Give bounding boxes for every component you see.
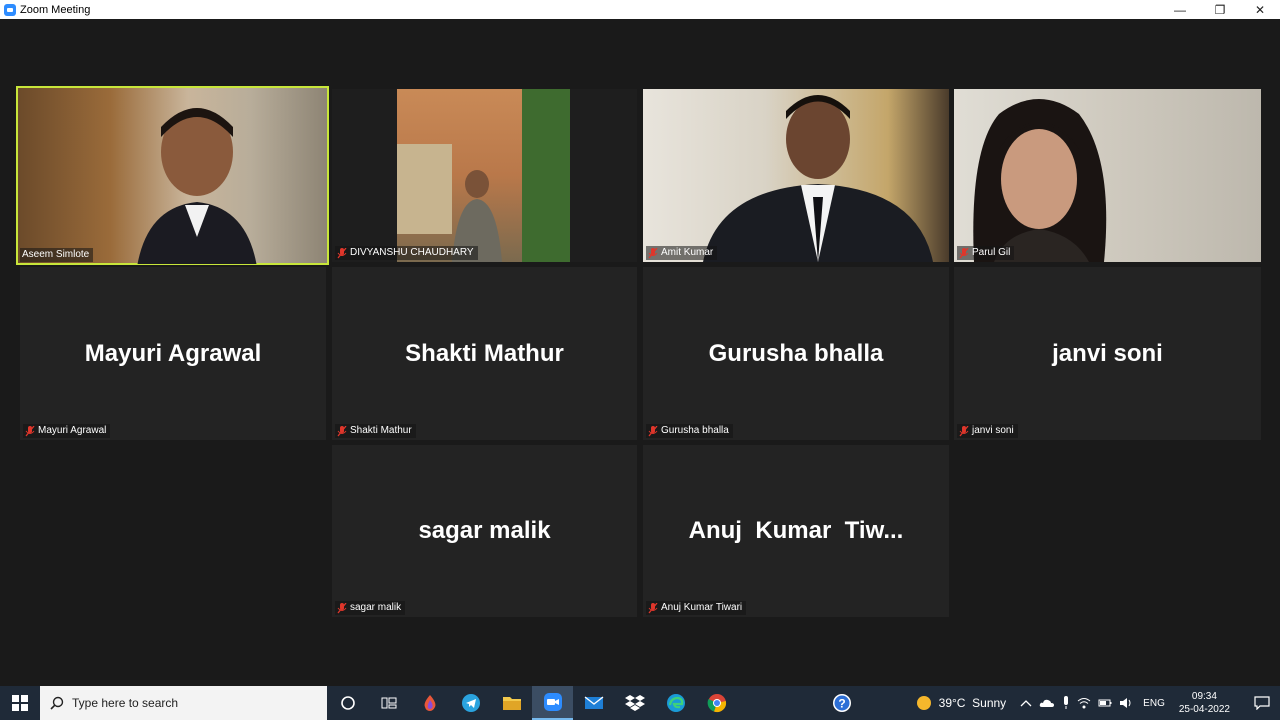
zoom-icon: [543, 693, 562, 711]
participant-display-name: janvi soni: [1052, 339, 1163, 367]
window-titlebar: Zoom Meeting — ❐ ✕: [0, 0, 1280, 19]
restore-button[interactable]: ❐: [1200, 0, 1240, 19]
taskbar-search-box[interactable]: Type here to search: [40, 686, 327, 720]
wifi-icon[interactable]: [1077, 697, 1091, 709]
close-button[interactable]: ✕: [1240, 0, 1280, 19]
muted-mic-icon: [337, 602, 347, 614]
weather-widget[interactable]: 39°C Sunny: [916, 696, 1007, 710]
participant-name-label: Gurusha bhalla: [646, 424, 733, 438]
task-view-button[interactable]: [368, 686, 409, 720]
participant-name-label: sagar malik: [335, 601, 406, 615]
muted-mic-icon: [337, 425, 347, 437]
sun-icon: [916, 696, 931, 710]
participant-display-name: sagar malik: [418, 517, 551, 544]
participant-tile-anuj-kumar-tiwari[interactable]: Anuj Kumar Tiw... Anuj Kumar Tiwari: [643, 445, 949, 617]
cortana-button[interactable]: [327, 686, 368, 720]
edge-icon: [666, 694, 685, 712]
participant-display-name: Anuj Kumar Tiw...: [688, 517, 904, 544]
svg-text:?: ?: [838, 697, 845, 711]
participant-display-name: Shakti Mathur: [405, 339, 564, 367]
participant-tile-mayuri-agrawal[interactable]: Mayuri Agrawal Mayuri Agrawal: [20, 267, 326, 440]
taskbar-app-drop[interactable]: [409, 686, 450, 720]
microphone-icon[interactable]: [1062, 696, 1070, 710]
participant-name-label: Parul Gil: [957, 246, 1015, 260]
clock-date: 25-04-2022: [1178, 704, 1230, 715]
minimize-button[interactable]: —: [1160, 0, 1200, 19]
taskbar-app-dropbox[interactable]: [614, 686, 655, 720]
taskbar-app-file-explorer[interactable]: [491, 686, 532, 720]
weather-text: 39°C Sunny: [938, 696, 1007, 710]
participant-tile-sagar-malik[interactable]: sagar malik sagar malik: [332, 445, 637, 617]
onedrive-cloud-icon[interactable]: [1039, 698, 1055, 708]
muted-mic-icon: [25, 425, 35, 437]
taskbar-app-chrome[interactable]: [696, 686, 737, 720]
gallery-view: Aseem Simlote DIVYANSHU CHAUDHARY Amit K…: [0, 19, 1280, 686]
participant-name-label: Aseem Simlote: [20, 248, 94, 262]
zoom-app-icon: [4, 3, 16, 16]
folder-icon: [502, 697, 521, 710]
taskbar-app-mail[interactable]: [573, 686, 614, 720]
participant-display-name: Mayuri Agrawal: [84, 339, 262, 367]
system-tray: 39°C Sunny ENG 09:34 25-04-2022: [916, 686, 1280, 720]
search-icon: [50, 696, 64, 710]
participant-name-label: Mayuri Agrawal: [23, 424, 111, 438]
participant-display-name: Gurusha bhalla: [708, 339, 884, 367]
chrome-icon: [707, 694, 726, 713]
tray-icons: [1020, 696, 1133, 710]
dropbox-icon: [624, 695, 645, 711]
participant-tile-shakti-mathur[interactable]: Shakti Mathur Shakti Mathur: [332, 267, 637, 440]
participant-video: [703, 95, 933, 262]
participant-video: [973, 99, 1107, 262]
participant-name-label: DIVYANSHU CHAUDHARY: [335, 246, 478, 260]
participant-name-label: Anuj Kumar Tiwari: [646, 601, 747, 615]
clock-time: 09:34: [1191, 691, 1217, 702]
participant-tile-aseem-simlote[interactable]: Aseem Simlote: [16, 86, 329, 265]
muted-mic-icon: [648, 425, 658, 437]
language-indicator[interactable]: ENG: [1143, 698, 1165, 709]
notification-center-button[interactable]: [1244, 696, 1280, 710]
participant-tile-gurusha-bhalla[interactable]: Gurusha bhalla Gurusha bhalla: [643, 267, 949, 440]
taskbar-app-help[interactable]: ?: [821, 686, 862, 720]
chevron-up-icon[interactable]: [1020, 698, 1032, 708]
telegram-icon: [461, 694, 480, 712]
participant-name-label: Shakti Mathur: [335, 424, 416, 438]
participant-name-label: janvi soni: [957, 424, 1018, 438]
taskbar-app-telegram[interactable]: [450, 686, 491, 720]
participant-video: [137, 108, 257, 264]
window-title: Zoom Meeting: [20, 3, 91, 16]
mail-icon: [584, 696, 603, 709]
battery-icon[interactable]: [1098, 697, 1112, 709]
volume-icon[interactable]: [1119, 697, 1133, 709]
windows-taskbar: Type here to search ? 39°C Sunny ENG 09:…: [0, 686, 1280, 720]
muted-mic-icon: [959, 247, 969, 259]
participant-name-label: Amit Kumar: [646, 246, 718, 260]
muted-mic-icon: [337, 247, 347, 259]
start-button[interactable]: [0, 686, 40, 720]
participant-video: [397, 89, 570, 262]
task-view-icon: [381, 697, 396, 709]
windows-logo-icon: [12, 695, 28, 711]
search-placeholder: Type here to search: [72, 696, 179, 710]
taskbar-clock[interactable]: 09:34 25-04-2022: [1179, 690, 1230, 716]
cortana-circle-icon: [340, 696, 355, 710]
help-icon: ?: [832, 694, 851, 712]
taskbar-app-edge[interactable]: [655, 686, 696, 720]
taskbar-app-zoom[interactable]: [532, 686, 573, 720]
participant-tile-parul-gil[interactable]: Parul Gil: [954, 89, 1261, 262]
muted-mic-icon: [959, 425, 969, 437]
participant-tile-divyanshu-chaudhary[interactable]: DIVYANSHU CHAUDHARY: [332, 89, 637, 262]
notification-icon: [1254, 696, 1270, 710]
drop-app-icon: [424, 695, 435, 711]
muted-mic-icon: [648, 602, 658, 614]
muted-mic-icon: [648, 247, 658, 259]
participant-tile-janvi-soni[interactable]: janvi soni janvi soni: [954, 267, 1261, 440]
participant-tile-amit-kumar[interactable]: Amit Kumar: [643, 89, 949, 262]
